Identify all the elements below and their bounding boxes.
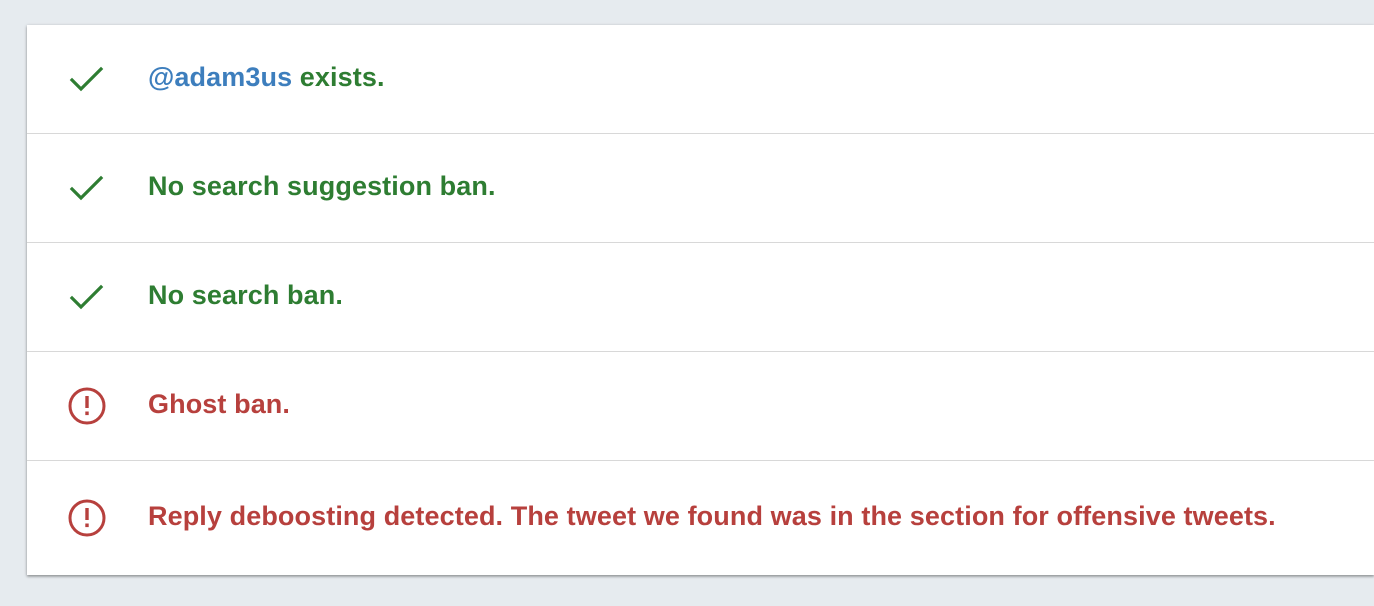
result-row-reply-deboosting: Reply deboosting detected. The tweet we … [27,461,1374,575]
result-text: No search ban. [148,279,343,310]
result-row-ghost-ban: Ghost ban. [27,352,1374,461]
result-text: @adam3us exists. [148,62,385,93]
results-card: @adam3us exists. No search suggestion ba… [27,25,1374,575]
result-row-search-ban: No search ban. [27,243,1374,352]
result-text-suffix: exists. [292,61,385,92]
result-text: Reply deboosting detected. The tweet we … [148,500,1276,531]
result-row-search-suggestion: No search suggestion ban. [27,134,1374,243]
alert-circle-icon [67,386,107,426]
user-handle-link[interactable]: @adam3us [148,62,292,92]
alert-circle-icon [67,498,107,538]
result-text: Ghost ban. [148,388,290,419]
result-text: No search suggestion ban. [148,170,496,201]
check-icon [67,277,107,317]
check-icon [67,168,107,208]
result-row-exists: @adam3us exists. [27,25,1374,134]
check-icon [67,59,107,99]
